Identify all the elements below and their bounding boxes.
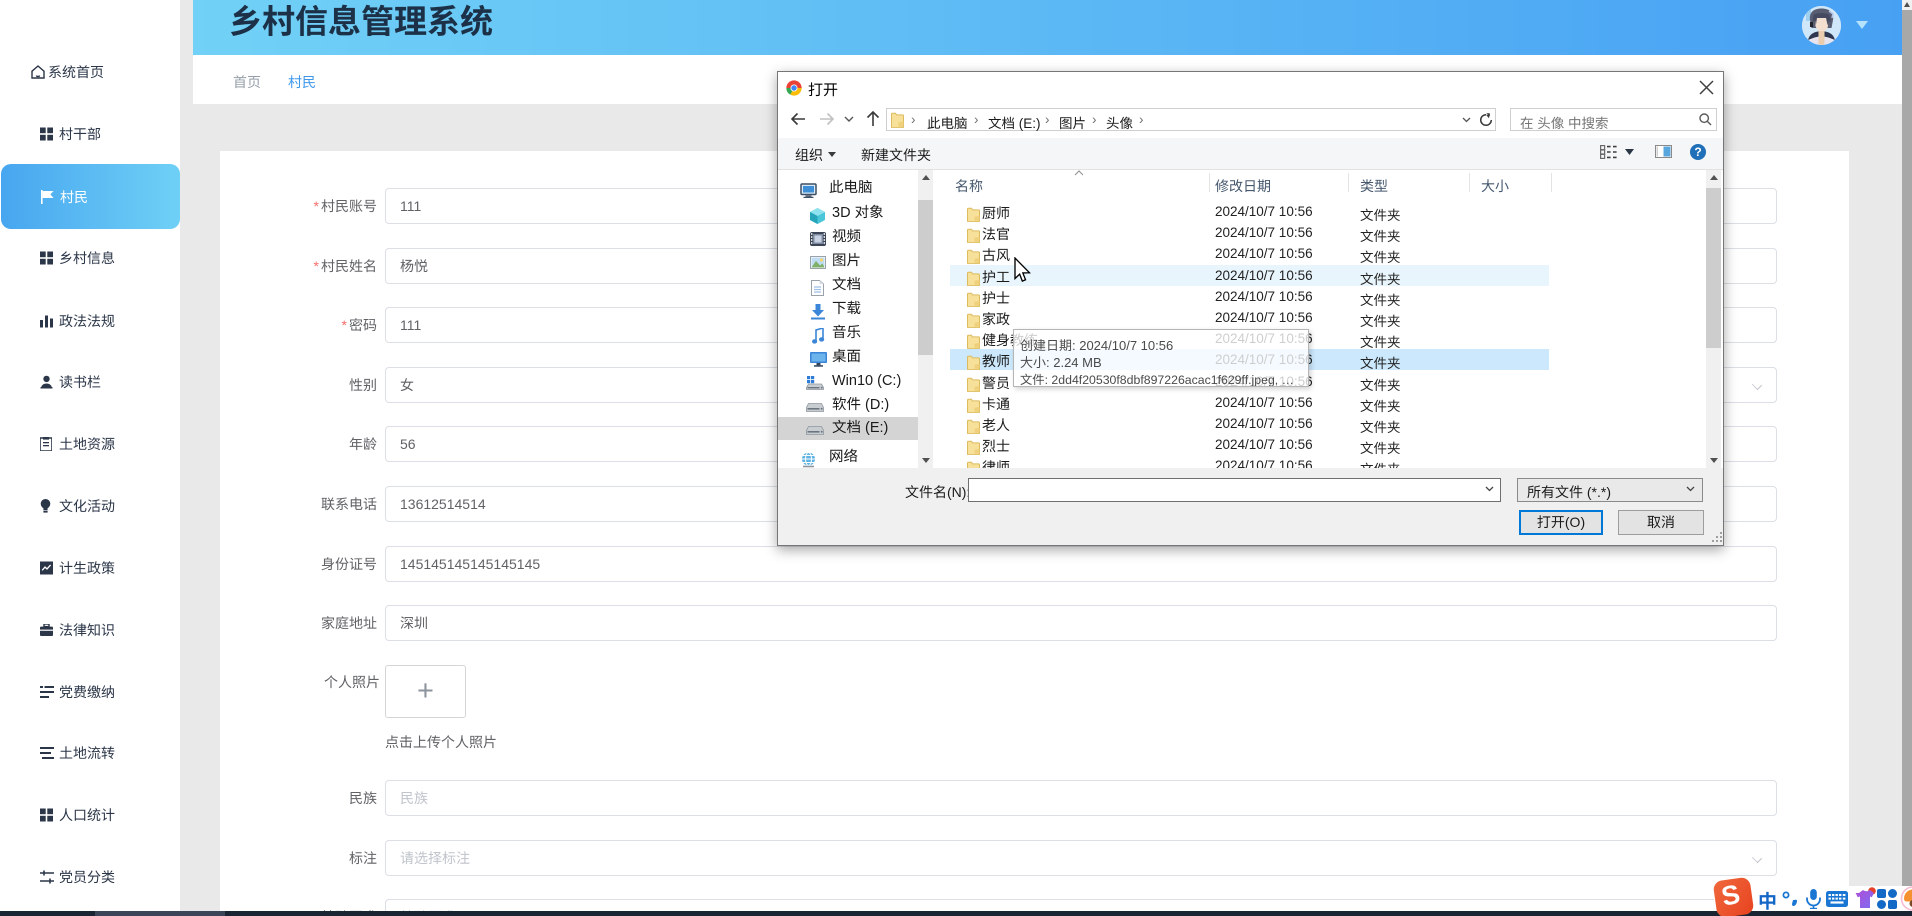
svg-text:?: ? [1694, 145, 1701, 159]
